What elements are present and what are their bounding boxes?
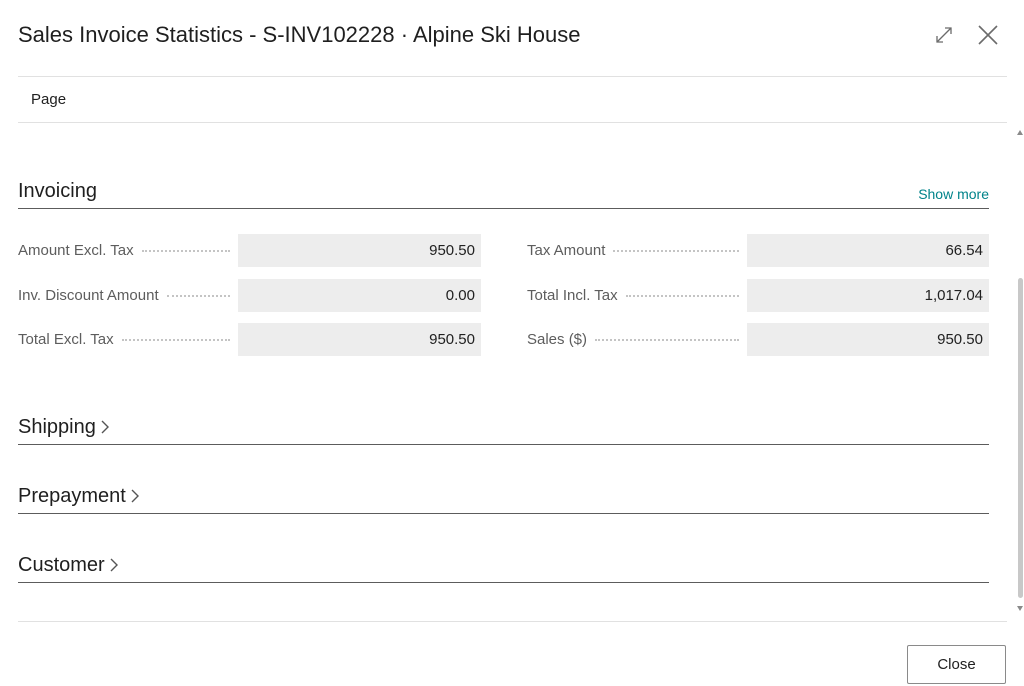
section-customer-toggle[interactable]: Customer	[18, 552, 119, 582]
leader-dots	[121, 338, 230, 341]
section-shipping-toggle[interactable]: Shipping	[18, 414, 110, 444]
statistics-dialog: Sales Invoice Statistics - S-INV102228 ·…	[0, 0, 1024, 686]
chevron-right-icon	[130, 488, 140, 504]
field-label: Amount Excl. Tax	[18, 242, 134, 259]
field-value: 1,017.04	[747, 279, 989, 312]
field-value: 950.50	[238, 323, 481, 356]
leader-dots	[613, 249, 739, 252]
section-shipping-header: Shipping	[18, 414, 989, 445]
field-value: 950.50	[238, 234, 481, 267]
field-total-excl-tax: Total Excl. Tax 950.50	[18, 323, 481, 356]
field-value: 66.54	[747, 234, 989, 267]
field-label: Total Incl. Tax	[527, 287, 618, 304]
scrollbar-thumb[interactable]	[1018, 278, 1023, 598]
chevron-right-icon	[100, 419, 110, 435]
section-prepayment-title: Prepayment	[18, 485, 126, 507]
footer-divider	[18, 621, 1007, 622]
field-label: Sales ($)	[527, 331, 588, 348]
field-tax-amount: Tax Amount 66.54	[527, 234, 989, 267]
scroll-up-arrow-icon[interactable]	[1017, 130, 1023, 135]
leader-dots	[595, 338, 739, 341]
leader-dots	[141, 249, 230, 252]
section-shipping-title: Shipping	[18, 416, 96, 438]
field-total-incl-tax: Total Incl. Tax 1,017.04	[527, 279, 989, 312]
section-customer-title: Customer	[18, 554, 105, 576]
field-sales: Sales ($) 950.50	[527, 323, 989, 356]
field-label: Total Excl. Tax	[18, 331, 114, 348]
close-x-icon[interactable]	[976, 23, 1000, 47]
field-label: Inv. Discount Amount	[18, 287, 159, 304]
chevron-right-icon	[109, 557, 119, 573]
section-invoicing-title[interactable]: Invoicing	[18, 178, 97, 208]
menu-divider	[18, 122, 1007, 123]
close-button[interactable]: Close	[907, 645, 1006, 684]
title-divider	[18, 76, 1007, 77]
field-label: Tax Amount	[527, 242, 606, 259]
section-prepayment-toggle[interactable]: Prepayment	[18, 483, 140, 513]
section-customer-header: Customer	[18, 552, 989, 583]
scroll-down-arrow-icon[interactable]	[1017, 606, 1023, 611]
leader-dots	[625, 294, 739, 297]
leader-dots	[166, 294, 230, 297]
field-amount-excl-tax: Amount Excl. Tax 950.50	[18, 234, 481, 267]
field-inv-discount-amount: Inv. Discount Amount 0.00	[18, 279, 481, 312]
section-prepayment-header: Prepayment	[18, 483, 989, 514]
dialog-title: Sales Invoice Statistics - S-INV102228 ·…	[18, 22, 581, 47]
show-more-link[interactable]: Show more	[918, 186, 989, 208]
field-value: 0.00	[238, 279, 481, 312]
expand-diagonal-icon[interactable]	[932, 23, 956, 47]
field-value: 950.50	[747, 323, 989, 356]
menu-page[interactable]: Page	[31, 88, 66, 112]
section-invoicing-header: Invoicing Show more	[18, 178, 989, 209]
title-actions	[932, 20, 1000, 50]
